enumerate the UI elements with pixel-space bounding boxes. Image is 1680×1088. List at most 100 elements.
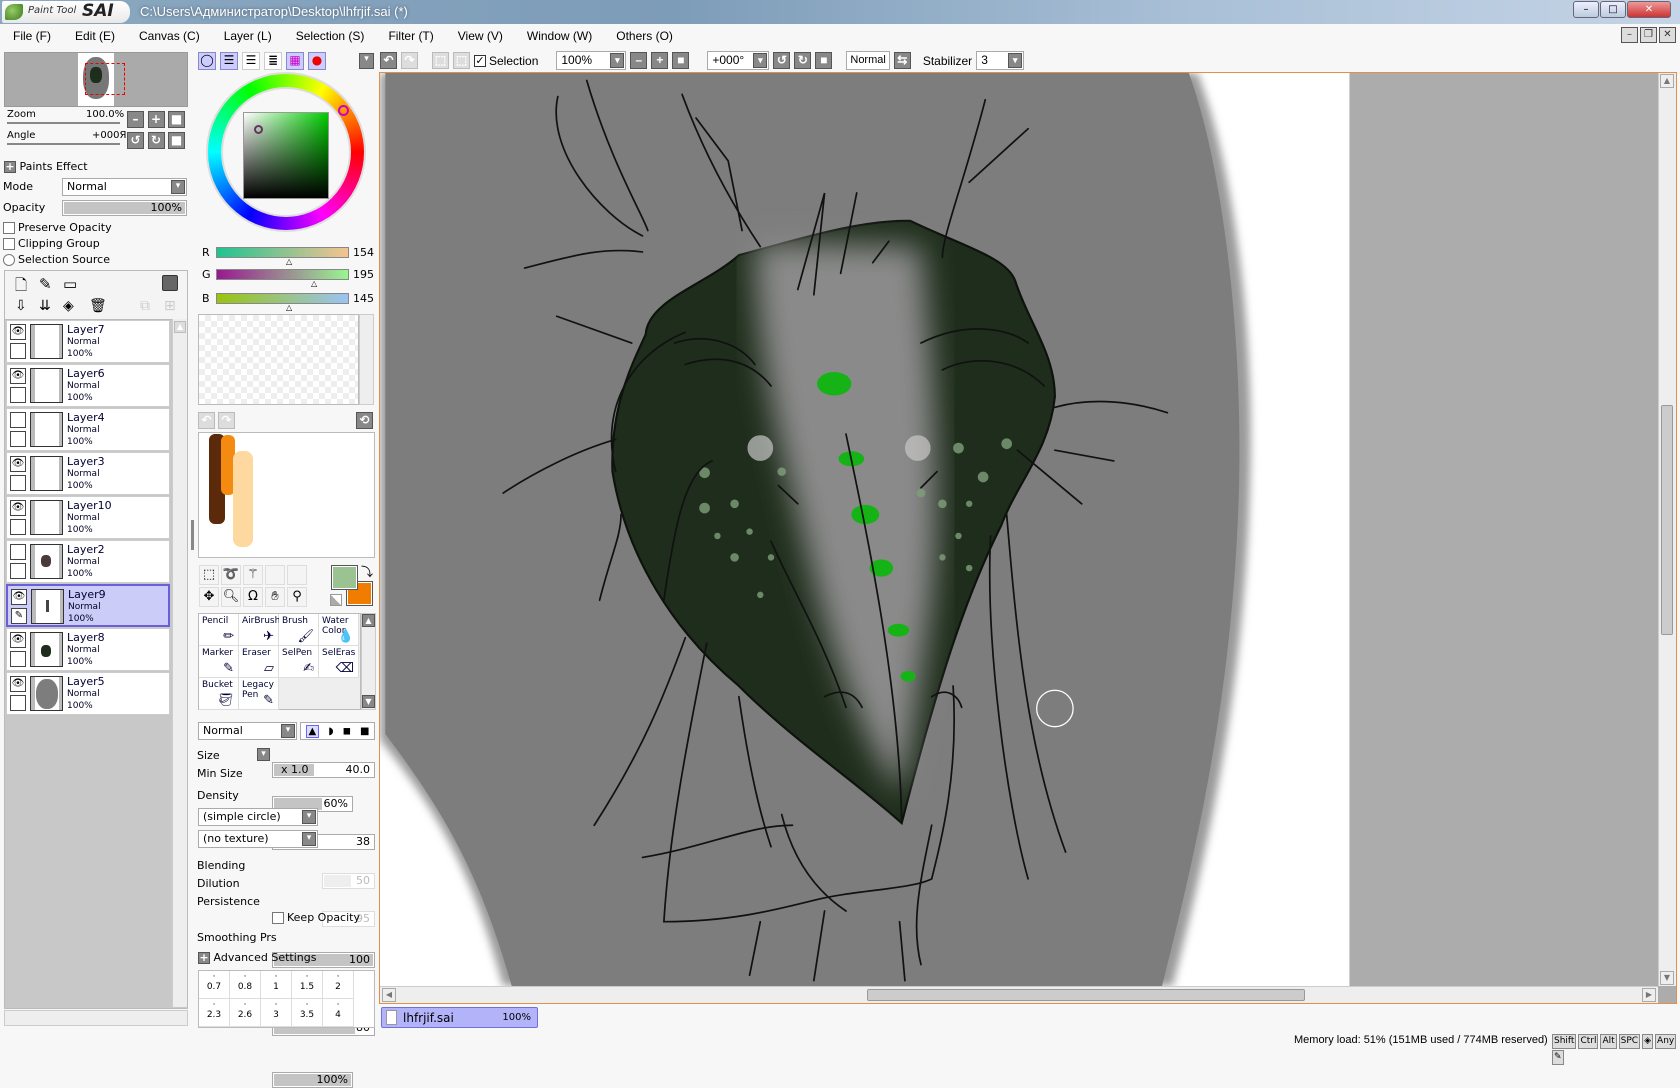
maximize-button[interactable]: □	[1600, 1, 1626, 18]
menu-others[interactable]: Others (O)	[616, 29, 673, 43]
r-slider[interactable]	[216, 247, 349, 258]
tool-pencil[interactable]: Pencil ✏	[199, 614, 239, 646]
layer-list-scrollbar[interactable]: ▲	[172, 319, 187, 1007]
zoom-out-button[interactable]: –	[127, 111, 144, 128]
horizontal-scroll-thumb[interactable]	[867, 989, 1305, 1001]
brush-blend-mode-select[interactable]: Normal ▾	[198, 722, 297, 740]
tool-legacy-pen[interactable]: Legacy Pen ✎	[239, 678, 279, 710]
layer-lock-toggle[interactable]	[10, 431, 26, 447]
tool-brush[interactable]: Brush 🖌︎	[279, 614, 319, 646]
advanced-settings-toggle[interactable]: + Advanced Settings	[198, 951, 316, 964]
undo-button[interactable]: ↶	[380, 52, 397, 69]
menu-filter[interactable]: Filter (T)	[388, 29, 433, 43]
visibility-toggle[interactable]: 👁︎	[10, 456, 26, 472]
scroll-up-icon[interactable]: ▲	[1660, 74, 1674, 88]
close-button[interactable]: ✕	[1627, 1, 1671, 18]
brush-size-preset[interactable]: · 2	[323, 971, 354, 999]
view-mode-button[interactable]: Normal	[846, 51, 890, 70]
move-icon[interactable]: ✥	[199, 587, 219, 607]
selection-checkbox[interactable]: ✓ Selection	[474, 54, 538, 68]
color-wheel-tab[interactable]: ◯	[198, 52, 216, 70]
brush-size-preset[interactable]: · 1	[261, 971, 292, 999]
tool-bucket[interactable]: Bucket 🪣︎	[199, 678, 239, 710]
opacity-slider[interactable]: 100%	[62, 200, 187, 216]
visibility-toggle[interactable]: 👁︎	[10, 368, 26, 384]
scroll-up-icon[interactable]: ▲	[362, 614, 375, 627]
transfer-down-icon[interactable]: ⇩	[15, 298, 27, 314]
menu-window[interactable]: Window (W)	[527, 29, 592, 43]
brush-edge-selector[interactable]: ▲ ◗ ◼ ■	[300, 722, 375, 740]
new-folder-icon[interactable]: ▭	[63, 275, 77, 293]
scratchpad-tab[interactable]: ●	[308, 52, 326, 70]
menu-layer[interactable]: Layer (L)	[224, 29, 272, 43]
layer-row[interactable]: 👁︎ Layer5 Normal 100%	[6, 672, 170, 715]
scratchpad[interactable]	[198, 432, 375, 558]
zoom-slider[interactable]	[7, 122, 120, 124]
hsv-slider-tab[interactable]: ☰	[242, 52, 260, 70]
r-thumb[interactable]: △	[286, 257, 292, 266]
visibility-toggle[interactable]: 👁︎	[10, 676, 26, 692]
mdi-close-button[interactable]: ✕	[1659, 27, 1676, 43]
edge-square-icon[interactable]: ■	[360, 726, 369, 737]
swatches-tab[interactable]: ▦	[286, 52, 304, 70]
layer-lock-toggle[interactable]: ✎	[11, 608, 27, 624]
layer-row[interactable]: 👁︎ Layer10 Normal 100%	[6, 496, 170, 539]
navigator-viewport[interactable]	[85, 63, 125, 95]
shift-key-indicator[interactable]: Shift	[1552, 1034, 1577, 1049]
zoom-reset-button[interactable]: ■	[168, 111, 185, 128]
zoom-in-button[interactable]: +	[147, 111, 165, 128]
mdi-restore-button[interactable]: ❐	[1640, 27, 1657, 43]
layer-row[interactable]: 👁︎ Layer3 Normal 100%	[6, 452, 170, 495]
move-key-indicator-icon[interactable]: ◈	[1642, 1034, 1654, 1049]
canvas-artwork[interactable]	[380, 73, 1658, 986]
magic-wand-icon[interactable]: ⚚	[243, 565, 263, 585]
panel-menu-button[interactable]: ▾	[359, 53, 374, 69]
vertical-scrollbar[interactable]: ▲ ▼	[1658, 73, 1676, 986]
rect-select-icon[interactable]: ⬚	[199, 565, 219, 585]
visibility-toggle[interactable]	[10, 544, 26, 560]
eyedropper-icon[interactable]: ⚲	[287, 587, 307, 607]
file-tab[interactable]: lhfrjif.sai 100%	[381, 1007, 538, 1028]
minimize-button[interactable]: –	[1573, 1, 1599, 18]
menu-edit[interactable]: Edit (E)	[75, 29, 115, 43]
alt-key-indicator[interactable]: Alt	[1600, 1034, 1617, 1049]
canvas-rotate-right-button[interactable]: ↻	[794, 52, 812, 69]
tool-selpen[interactable]: SelPen ✍	[279, 646, 319, 678]
lasso-icon[interactable]: ➰	[221, 565, 241, 585]
paints-effect-toggle[interactable]: + Paints Effect	[4, 160, 88, 173]
ctrl-key-indicator[interactable]: Ctrl	[1578, 1034, 1599, 1049]
canvas-zoom-reset-button[interactable]: ■	[672, 52, 690, 69]
edge-soft-icon[interactable]: ▲	[305, 724, 320, 738]
brush-shape-select[interactable]: (simple circle) ▾	[198, 808, 318, 826]
brush-size-preset[interactable]: · 1.5	[292, 971, 323, 999]
layer-row[interactable]: 👁︎ Layer7 Normal 100%	[6, 320, 170, 363]
rotate-tool-icon[interactable]: Ω	[243, 587, 263, 607]
tool-grid-scrollbar[interactable]: ▲ ▼	[361, 613, 376, 710]
angle-slider[interactable]	[7, 143, 120, 145]
scroll-left-icon[interactable]: ◀	[382, 988, 396, 1002]
clipping-group-checkbox[interactable]: Clipping Group	[3, 237, 100, 250]
sv-marker[interactable]	[254, 125, 263, 134]
vertical-scroll-thumb[interactable]	[1661, 405, 1673, 635]
primary-color-swatch[interactable]	[331, 565, 358, 590]
b-thumb[interactable]: △	[286, 303, 292, 312]
g-slider[interactable]	[216, 269, 349, 280]
scroll-down-icon[interactable]: ▼	[362, 695, 375, 708]
canvas-viewport[interactable]: ▲ ▼ ◀ ▶	[379, 72, 1677, 1004]
rotate-reset-button[interactable]: ■	[168, 132, 185, 149]
size-range-dropdown[interactable]: ▾	[257, 748, 270, 761]
merge-down-icon[interactable]: ⇊	[39, 298, 51, 314]
any-key-indicator[interactable]: Any	[1655, 1034, 1677, 1049]
brush-size-preset[interactable]: · 2.6	[230, 999, 261, 1027]
brush-size-preset[interactable]: · 0.7	[199, 971, 230, 999]
size-slider[interactable]: x 1.0 40.0	[272, 762, 375, 778]
space-key-indicator[interactable]: SPC	[1618, 1034, 1641, 1049]
transparent-color-icon[interactable]	[330, 594, 342, 606]
zoom-select[interactable]: 100% ▾	[556, 51, 627, 70]
new-layer-icon[interactable]: 🗋	[15, 275, 27, 300]
layer-lock-toggle[interactable]	[10, 695, 26, 711]
blend-mode-select[interactable]: Normal ▾	[62, 178, 187, 196]
edge-medium-icon[interactable]: ◗	[328, 726, 333, 737]
tool-water-color[interactable]: Water Color 💧	[319, 614, 359, 646]
tool-eraser[interactable]: Eraser ▱	[239, 646, 279, 678]
